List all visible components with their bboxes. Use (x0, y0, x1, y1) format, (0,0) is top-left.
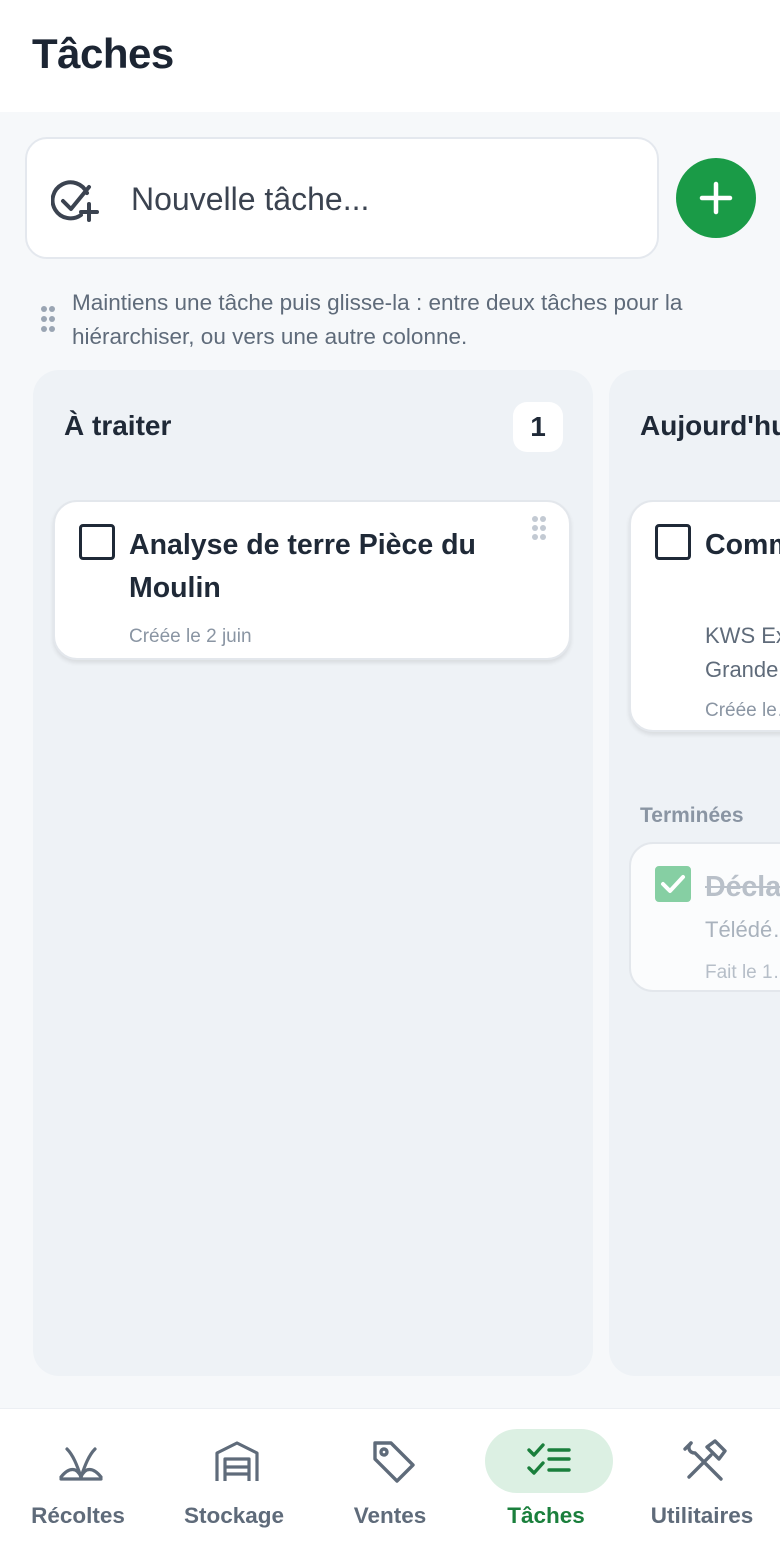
drag-handle-icon[interactable] (531, 516, 547, 540)
tools-icon (683, 1439, 727, 1481)
column-aujourdhui[interactable]: Aujourd'hui Comm… blé KWS Ex… Grande… Cr… (609, 370, 780, 1376)
task-done-date: Fait le 1… (705, 962, 780, 983)
done-task-card[interactable]: Décla… Télédé… Fait le 1… (629, 842, 780, 992)
nav-item-taches[interactable]: Tâches (468, 1409, 624, 1552)
task-detail: Télédé… (705, 917, 780, 942)
task-checkbox[interactable] (655, 524, 691, 560)
nav-label: Tâches (507, 1503, 585, 1528)
column-title: À traiter (64, 410, 172, 441)
harvest-plant-icon (59, 1447, 103, 1481)
nav-item-stockage[interactable]: Stockage (156, 1409, 312, 1552)
new-task-field[interactable] (25, 137, 659, 259)
kanban-board[interactable]: À traiter 1 Analyse de terre Pièce du Mo… (0, 370, 780, 1376)
nav-item-ventes[interactable]: Ventes (312, 1409, 468, 1552)
done-section-label: Terminées (640, 804, 744, 827)
bottom-nav: Récoltes Stockage Ventes Tâches Utilitai… (0, 1408, 780, 1552)
task-title: Analyse de terre Pièce du Moulin (129, 529, 476, 604)
task-card[interactable]: Analyse de terre Pièce du Moulin Créée l… (53, 500, 571, 660)
page-title: Tâches (32, 30, 174, 77)
checkmark-icon (661, 875, 685, 893)
nav-label: Utilitaires (650, 1503, 754, 1528)
task-title: Décla… (705, 871, 780, 903)
task-list-icon (527, 1443, 571, 1475)
add-task-button[interactable] (676, 158, 756, 238)
drag-handle-icon (41, 306, 55, 332)
app-header: Tâches (0, 0, 780, 112)
nav-label: Ventes (353, 1503, 427, 1528)
column-a-traiter[interactable]: À traiter 1 Analyse de terre Pièce du Mo… (33, 370, 593, 1376)
nav-label: Stockage (183, 1503, 285, 1528)
task-detail: Grande… (705, 657, 780, 682)
nav-label: Récoltes (31, 1503, 125, 1528)
plus-icon (699, 181, 733, 215)
nav-item-utilitaires[interactable]: Utilitaires (624, 1409, 780, 1552)
task-title: Comm… blé (705, 529, 780, 561)
task-created-date: Créée le 2 juin (129, 626, 252, 647)
nav-item-recoltes[interactable]: Récoltes (0, 1409, 156, 1552)
price-tag-icon (373, 1441, 415, 1483)
column-title: Aujourd'hui (640, 410, 780, 441)
column-count-badge: 1 (513, 402, 563, 452)
drag-hint-text: Maintiens une tâche puis glisse-la : ent… (72, 290, 683, 349)
task-created-date: Créée le… (705, 700, 780, 721)
warehouse-icon (215, 1441, 259, 1481)
check-circle-plus-icon (51, 180, 99, 222)
new-task-input[interactable] (131, 175, 631, 223)
task-card[interactable]: Comm… blé KWS Ex… Grande… Créée le… (629, 500, 780, 732)
task-checkbox-checked[interactable] (655, 866, 691, 902)
task-detail: KWS Ex… (705, 623, 780, 648)
task-checkbox[interactable] (79, 524, 115, 560)
